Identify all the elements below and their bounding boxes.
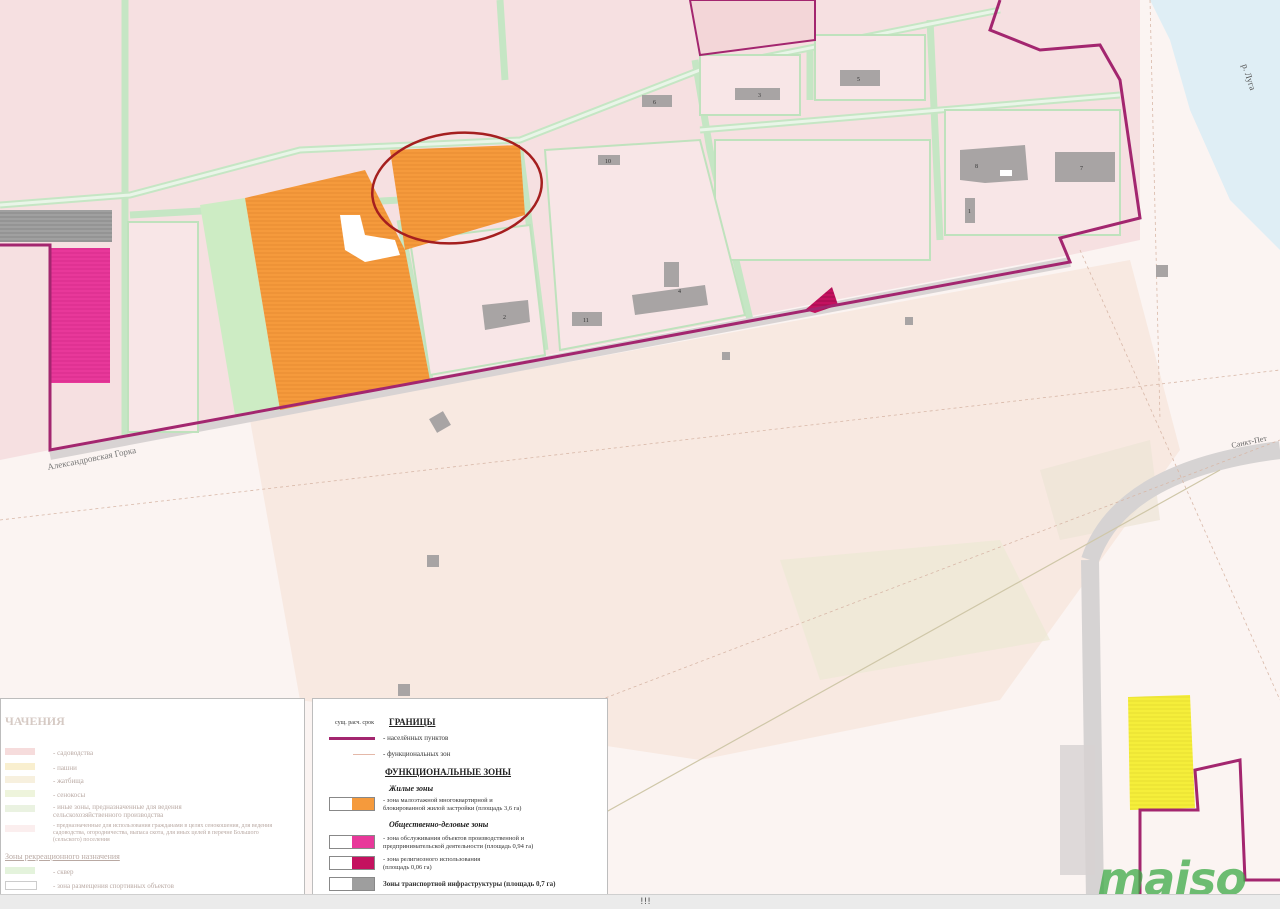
legend-residential-item: блокированной жилой застройки (площадь 3… <box>383 805 522 812</box>
building-number: 10 <box>605 159 611 165</box>
building-number: 2 <box>503 315 506 321</box>
building-number: 11 <box>583 318 589 324</box>
building-number: 8 <box>975 164 978 170</box>
legend-right: сущ. расч. срок ГРАНИЦЫ - населённых пун… <box>312 698 608 896</box>
swatch-pasture <box>5 776 35 783</box>
legend-left-item: - иные зоны, предназначенные для ведения… <box>53 803 182 819</box>
legend-residential-item: - зона малоэтажной многоквартирной и <box>383 797 493 804</box>
transport-zone <box>0 210 112 242</box>
swatch-square <box>5 867 35 874</box>
legend-left-item: - пашни <box>53 764 77 772</box>
legend-business-item: - зона обслуживания объектов производств… <box>383 835 525 842</box>
service-zone <box>50 248 110 383</box>
legend-religious-item: (площадь 0,06 га) <box>383 864 432 871</box>
swatch-gardens <box>5 748 35 755</box>
swatch-agri <box>5 805 35 812</box>
building-number: 4 <box>678 289 681 295</box>
legend-boundaries-heading: ГРАНИЦЫ <box>389 717 436 727</box>
legend-religious-item: - зона религиозного использования <box>383 856 481 863</box>
swatch-residential <box>329 797 375 811</box>
legend-col-labels: сущ. расч. срок <box>335 720 375 726</box>
legend-left-item: - жатбища <box>53 777 84 785</box>
legend-business-item: предпринимательской деятельности (площад… <box>383 843 534 850</box>
swatch-boundary-zone <box>353 754 375 755</box>
scroll-indicator[interactable]: !!! <box>640 897 651 907</box>
swatch-religious <box>329 856 375 870</box>
scroll-bar[interactable]: !!! <box>0 894 1280 909</box>
legend-left-item: - зона размещения спортивных объектов <box>53 882 174 890</box>
legend-left-title: ЧАЧЕНИЯ <box>5 714 65 728</box>
swatch-hayfields <box>5 790 35 797</box>
legend-business-heading: Общественно-деловые зоны <box>389 820 489 829</box>
building-number: 3 <box>758 93 761 99</box>
legend-left-item: - садоводства <box>53 749 94 757</box>
legend-transport-item: Зоны транспортной инфраструктуры (площад… <box>383 880 556 888</box>
building-number: 6 <box>653 100 656 106</box>
legend-left-section: Зоны рекреационного назначения <box>5 852 120 861</box>
swatch-transport <box>329 877 375 891</box>
swatch-sport <box>5 881 37 890</box>
legend-zones-heading: ФУНКЦИОНАЛЬНЫЕ ЗОНЫ <box>385 767 512 777</box>
legend-left-item: - сенокосы <box>53 791 86 799</box>
legend-boundary-zones: - функциональных зон <box>383 750 451 758</box>
legend-left-item: - сквер <box>53 868 74 876</box>
swatch-citizens <box>5 825 35 832</box>
legend-residential-heading: Жилые зоны <box>389 784 434 793</box>
legend-boundary-settlements: - населённых пунктов <box>383 734 449 742</box>
legend-left: ЧАЧЕНИЯ - садоводства - пашни - жатбища … <box>0 698 305 896</box>
building-number: 7 <box>1080 166 1083 172</box>
building-number: 5 <box>857 77 860 83</box>
swatch-service <box>329 835 375 849</box>
swatch-boundary-settlement <box>329 737 375 740</box>
building-number: 1 <box>968 209 971 215</box>
legend-left-item: - предназначенные для использования граж… <box>53 823 273 843</box>
swatch-arable <box>5 763 35 770</box>
yellow-zone <box>1128 695 1195 810</box>
